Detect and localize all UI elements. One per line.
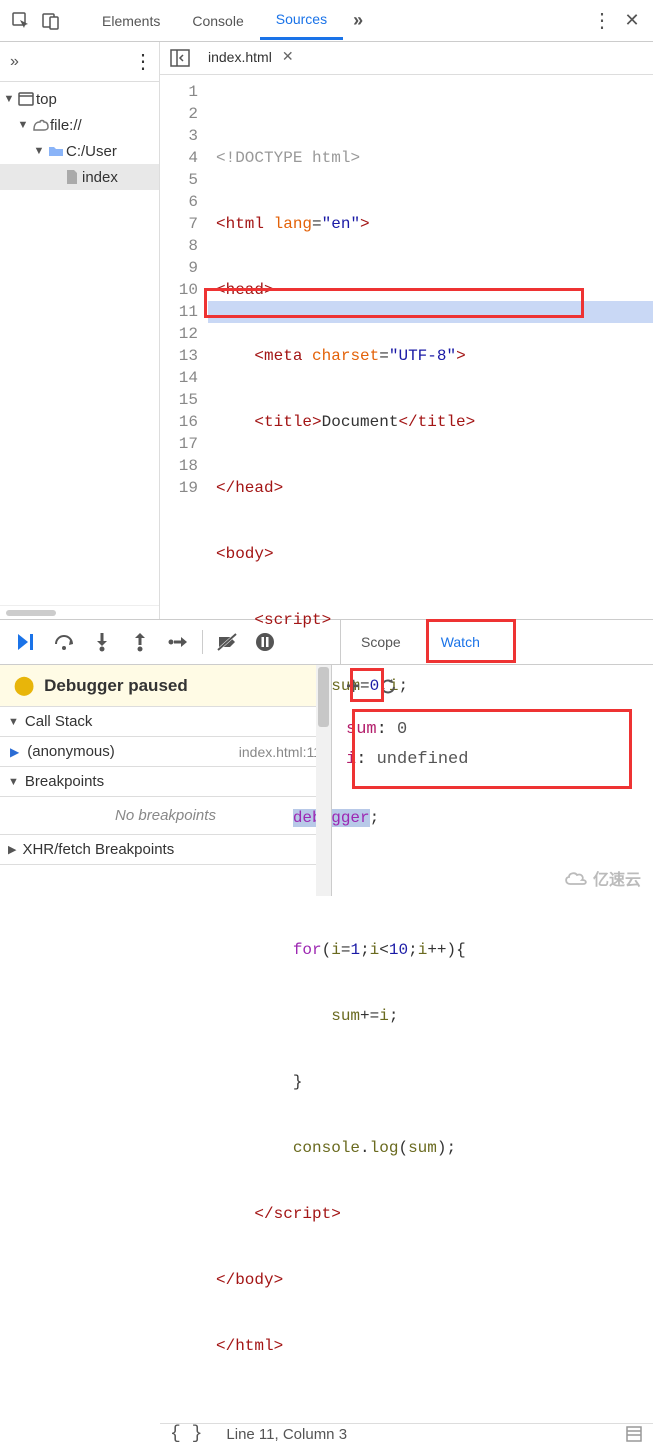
tab-elements[interactable]: Elements xyxy=(86,3,176,39)
editor-tab-label: index.html xyxy=(208,49,272,65)
step-over-icon[interactable] xyxy=(46,624,82,660)
current-frame-icon: ▶ xyxy=(10,745,19,759)
call-stack-header[interactable]: ▼ Call Stack xyxy=(0,706,331,737)
no-breakpoints-label: No breakpoints xyxy=(0,797,331,834)
lower-panels: ⬤ Debugger paused ▼ Call Stack ▶ (anonym… xyxy=(0,665,653,896)
more-tabs-icon[interactable]: » xyxy=(343,6,373,36)
resume-icon[interactable] xyxy=(8,624,44,660)
tab-console[interactable]: Console xyxy=(176,3,259,39)
cursor-position: Line 11, Column 3 xyxy=(226,1426,347,1443)
warning-icon: ⬤ xyxy=(14,675,34,696)
annotation-highlight-3 xyxy=(350,668,384,702)
close-tab-icon[interactable]: ✕ xyxy=(282,48,294,65)
call-stack-panel: ⬤ Debugger paused ▼ Call Stack ▶ (anonym… xyxy=(0,665,332,896)
tree-file-label: file:// xyxy=(50,117,82,134)
annotation-highlight-1 xyxy=(204,288,584,318)
editor-status-bar: { } Line 11, Column 3 xyxy=(160,1423,653,1444)
navigator-scrollbar[interactable] xyxy=(0,605,159,619)
tree-top[interactable]: ▼ top xyxy=(0,86,159,112)
panel-scrollbar[interactable] xyxy=(316,665,331,896)
devtools-tab-bar: Elements Console Sources » ⋮ ✕ xyxy=(0,0,653,42)
tree-folder[interactable]: ▼ C:/User xyxy=(0,138,159,164)
navigator-menu-icon[interactable]: ⋮ xyxy=(133,49,153,74)
tree-file-origin[interactable]: ▼ file:// xyxy=(0,112,159,138)
tree-leaf-label: index xyxy=(82,169,118,186)
close-devtools-icon[interactable]: ✕ xyxy=(617,6,647,36)
editor-tab-index[interactable]: index.html ✕ xyxy=(198,42,304,74)
tree-leaf[interactable]: index xyxy=(0,164,159,190)
breakpoints-header[interactable]: ▼ Breakpoints xyxy=(0,766,331,797)
frame-location: index.html:11 xyxy=(239,744,321,760)
annotation-highlight-2 xyxy=(426,619,516,663)
navigator-more-icon[interactable]: » xyxy=(6,53,133,71)
paused-label: Debugger paused xyxy=(44,676,188,696)
step-into-icon[interactable] xyxy=(84,624,120,660)
xhr-breakpoints-header[interactable]: ▶ XHR/fetch Breakpoints xyxy=(0,834,331,865)
tree-top-label: top xyxy=(36,91,57,108)
annotation-highlight-4 xyxy=(352,709,632,789)
frame-name: (anonymous) xyxy=(27,743,115,760)
kebab-menu-icon[interactable]: ⋮ xyxy=(587,6,617,36)
file-tree: ▼ top ▼ file:// ▼ C:/User index xyxy=(0,82,159,194)
format-icon[interactable]: { } xyxy=(170,1424,202,1444)
navigator-tabs: » ⋮ xyxy=(0,42,159,82)
coverage-icon[interactable] xyxy=(625,1425,643,1443)
inspect-icon[interactable] xyxy=(6,6,36,36)
watermark: 亿速云 xyxy=(563,866,641,890)
paused-banner: ⬤ Debugger paused xyxy=(0,665,331,706)
toggle-navigator-icon[interactable] xyxy=(166,44,194,72)
editor-tab-bar: index.html ✕ xyxy=(160,42,653,75)
tree-folder-label: C:/User xyxy=(66,143,117,160)
device-toggle-icon[interactable] xyxy=(36,6,66,36)
stack-frame[interactable]: ▶ (anonymous) index.html:11 xyxy=(0,737,331,766)
main-area: » ⋮ ▼ top ▼ file:// ▼ C:/User index xyxy=(0,42,653,619)
step-out-icon[interactable] xyxy=(122,624,158,660)
navigator-pane: » ⋮ ▼ top ▼ file:// ▼ C:/User index xyxy=(0,42,160,619)
tab-sources[interactable]: Sources xyxy=(260,1,343,40)
editor-pane: index.html ✕ 123456789101112131415161718… xyxy=(160,42,653,619)
